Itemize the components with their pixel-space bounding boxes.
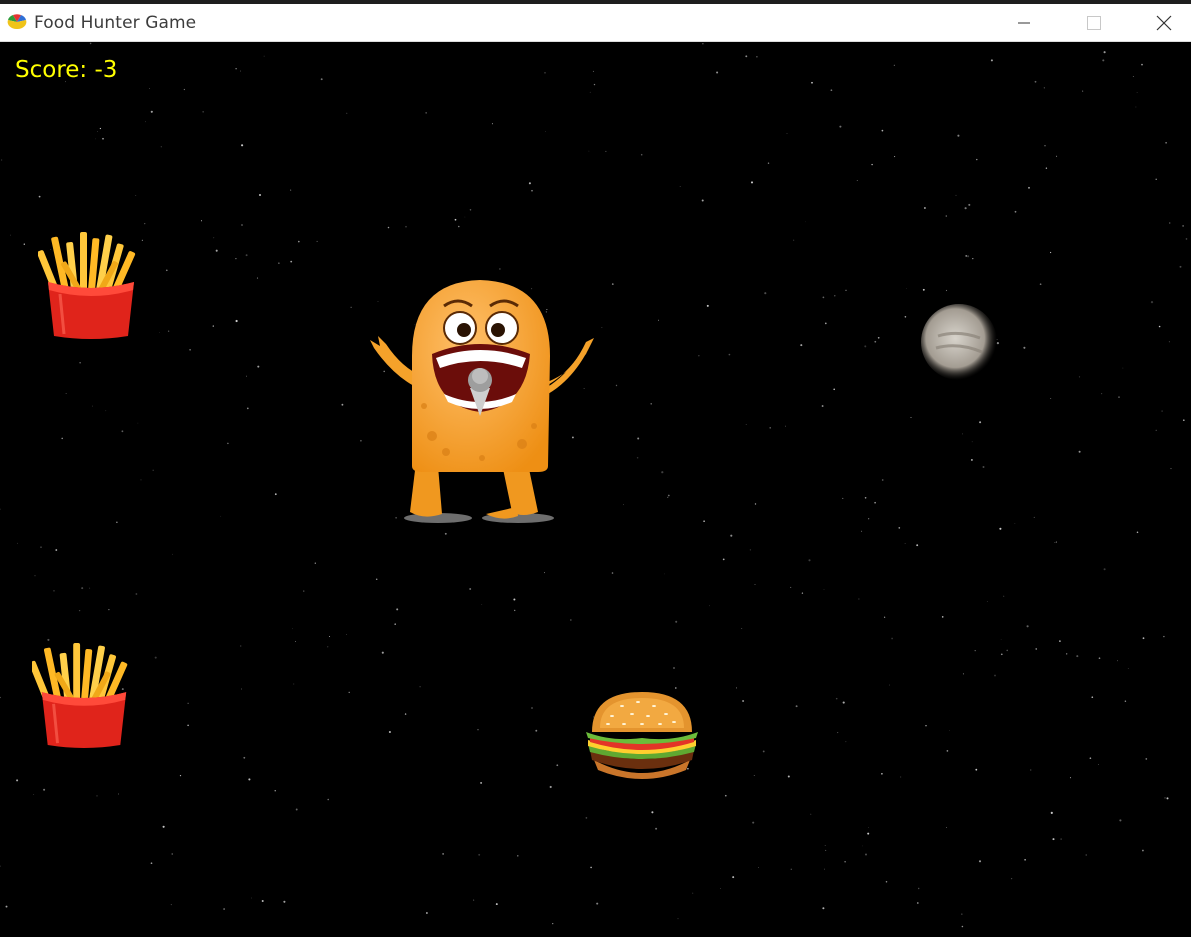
maximize-button[interactable] — [1064, 4, 1124, 41]
french-fries-sprite — [32, 643, 128, 748]
window-titlebar[interactable]: Food Hunter Game — [0, 4, 1191, 42]
minimize-icon — [1018, 22, 1030, 23]
game-canvas[interactable]: Score: -3 — [0, 42, 1191, 937]
hamburger-sprite — [586, 692, 698, 779]
score-display: Score: -3 — [15, 57, 118, 83]
minimize-button[interactable] — [994, 4, 1054, 41]
maximize-icon — [1087, 15, 1101, 30]
moon-rock-sprite — [921, 304, 997, 380]
monster-player-sprite — [370, 280, 594, 523]
window-title: Food Hunter Game — [34, 13, 197, 33]
french-fries-sprite — [38, 232, 136, 339]
close-icon — [1156, 15, 1172, 30]
app-icon — [7, 14, 27, 30]
close-button[interactable] — [1134, 4, 1191, 41]
